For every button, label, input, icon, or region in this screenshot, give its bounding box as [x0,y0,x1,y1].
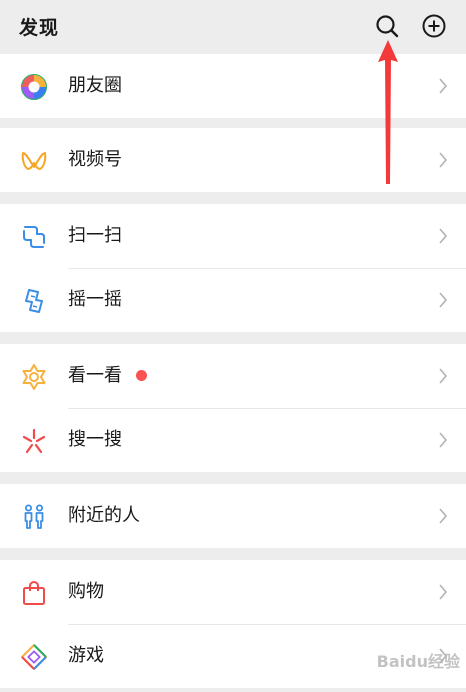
list-item-shake[interactable]: 摇一摇 [0,268,466,332]
search-star-icon [20,427,48,455]
list-item-label: 附近的人 [68,505,140,526]
list-item-shopping[interactable]: 购物 [0,560,466,624]
plus-circle-icon [422,14,446,38]
chevron-right-icon [438,367,448,385]
list-item-label: 游戏 [68,645,104,666]
watermark: Baidu经验 [376,652,460,671]
group-scan-shake: 扫一扫 摇一摇 [0,204,466,332]
list-item-nearby[interactable]: 附近的人 [0,484,466,548]
list-item-top-stories[interactable]: 看一看 [0,344,466,408]
list-item-search[interactable]: 搜一搜 [0,408,466,472]
channels-icon [20,147,48,175]
group-stories-search: 看一看 搜一搜 [0,344,466,472]
shake-icon [20,287,48,315]
list-item-channels[interactable]: 视频号 [0,128,466,192]
page-title: 发现 [19,17,60,39]
chevron-right-icon [438,77,448,95]
chevron-right-icon [438,507,448,525]
add-button[interactable] [420,12,448,40]
people-nearby-icon [20,503,48,531]
list-item-label: 朋友圈 [68,75,122,96]
top-stories-icon [20,363,48,391]
scan-icon [20,223,48,251]
search-button[interactable] [373,12,401,40]
group-nearby: 附近的人 [0,484,466,548]
group-channels: 视频号 [0,128,466,192]
list-item-label: 购物 [68,581,104,602]
list-item-label: 扫一扫 [68,225,122,246]
chevron-right-icon [438,431,448,449]
chevron-right-icon [438,151,448,169]
group-moments: 朋友圈 [0,54,466,118]
search-icon [376,15,399,38]
list-item-label: 搜一搜 [68,429,122,450]
games-icon [20,643,48,671]
list-item-label: 摇一摇 [68,289,122,310]
list-item-label: 看一看 [68,365,122,386]
list-item-scan[interactable]: 扫一扫 [0,204,466,268]
red-dot-badge [136,370,147,381]
chevron-right-icon [438,291,448,309]
list-item-label: 视频号 [68,149,122,170]
chevron-right-icon [438,583,448,601]
chevron-right-icon [438,227,448,245]
list-item-moments[interactable]: 朋友圈 [0,54,466,118]
top-bar: 发现 [0,0,466,52]
shopping-bag-icon [20,579,48,607]
moments-icon [20,73,48,101]
